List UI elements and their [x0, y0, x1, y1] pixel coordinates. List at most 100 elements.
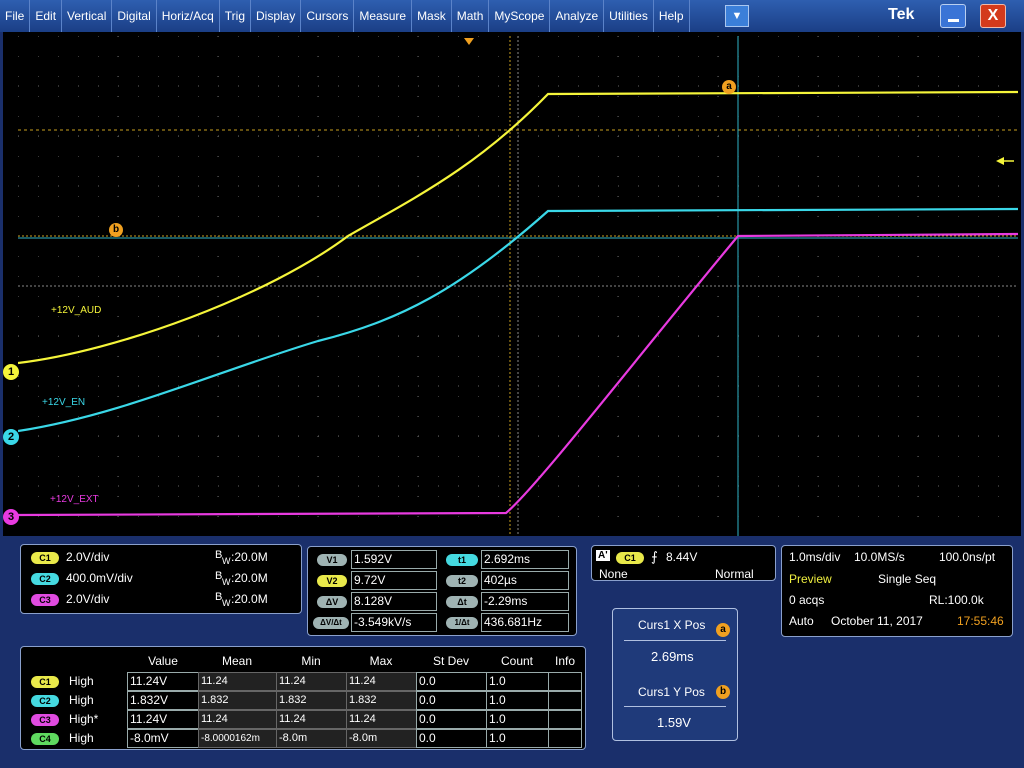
meas-row3-mean: 11.24 [198, 710, 277, 729]
meas-header-count: Count [500, 654, 534, 668]
meas-header-min: Min [301, 654, 321, 668]
ch3-bandwidth: :20.0M [231, 592, 268, 606]
meas-row2-name: High [69, 693, 94, 707]
meas-row2-stdev: 0.0 [416, 691, 487, 710]
cursor-a-handle[interactable]: a [722, 80, 736, 94]
meas-row3-badge: C3 [31, 714, 59, 726]
ch2-label: +12V_EN [42, 397, 86, 408]
menu-myscope[interactable]: MyScope [489, 0, 551, 32]
ch2-ground-marker[interactable]: 2 [3, 429, 19, 445]
cursor-b-handle[interactable]: b [109, 223, 123, 237]
ch1-bw-sub: W [222, 556, 231, 566]
meas-header-stdev: St Dev [432, 654, 469, 668]
meas-header-max: Max [369, 654, 393, 668]
menu-bar: File Edit Vertical Digital Horiz/Acq Tri… [0, 0, 1024, 32]
run-mode: Single Seq [878, 572, 937, 586]
ch1-badge[interactable]: C1 [31, 552, 59, 564]
v2-badge: V2 [317, 575, 347, 587]
t1-badge: t1 [446, 554, 478, 566]
meas-header-mean: Mean [221, 654, 253, 668]
menu-cursors[interactable]: Cursors [301, 0, 355, 32]
meas-row4-count: 1.0 [486, 729, 549, 748]
menu-trig[interactable]: Trig [220, 0, 251, 32]
menu-math[interactable]: Math [452, 0, 490, 32]
meas-row1-min: 11.24 [276, 672, 347, 691]
meas-row3-name: High* [69, 712, 99, 726]
menu-help[interactable]: Help [654, 0, 690, 32]
t2-value: 402µs [481, 571, 569, 590]
record-length: RL:100.0k [929, 593, 984, 607]
curs1-x-value: 2.69ms [651, 649, 694, 664]
close-button[interactable]: X [980, 4, 1006, 28]
menu-file[interactable]: File [0, 0, 31, 32]
curs1-y-divider [624, 706, 726, 707]
delta-v-value: 8.128V [351, 592, 437, 611]
waveform-graticule[interactable] [18, 36, 1018, 536]
v2-value: 9.72V [351, 571, 437, 590]
meas-row1-count: 1.0 [486, 672, 549, 691]
meas-row2-badge: C2 [31, 695, 59, 707]
meas-row4-value: -8.0mV [127, 729, 199, 748]
meas-row1-value: 11.24V [127, 672, 199, 691]
meas-header-value: Value [148, 654, 178, 668]
meas-row2-count: 1.0 [486, 691, 549, 710]
menu-edit[interactable]: Edit [30, 0, 63, 32]
trigger-slope-icon: ⨍ [651, 549, 658, 564]
ch3-ground-marker[interactable]: 3 [3, 509, 19, 525]
t2-badge: t2 [446, 575, 478, 587]
inv-delta-t-value: 436.681Hz [481, 613, 569, 632]
menu-horiz-acq[interactable]: Horiz/Acq [157, 0, 220, 32]
ch2-bandwidth: :20.0M [231, 571, 268, 585]
ch1-scale[interactable]: 2.0V/div [66, 550, 109, 564]
curs1-x-title: Curs1 X Pos [638, 618, 706, 632]
menu-dropdown-button[interactable]: ▼ [725, 5, 749, 27]
curs1-y-marker: b [716, 685, 730, 699]
meas-row4-info [548, 729, 582, 748]
ch3-badge[interactable]: C3 [31, 594, 59, 606]
ch2-bw-sub: W [222, 577, 231, 587]
curs1-y-value: 1.59V [657, 715, 691, 730]
sample-rate: 10.0MS/s [854, 550, 905, 564]
meas-row3-max: 11.24 [346, 710, 417, 729]
ch2-scale[interactable]: 400.0mV/div [66, 571, 133, 585]
ch2-badge[interactable]: C2 [31, 573, 59, 585]
meas-row4-mean: -8.0000162m [198, 729, 277, 748]
ch1-bandwidth: :20.0M [231, 550, 268, 564]
ch3-scale[interactable]: 2.0V/div [66, 592, 109, 606]
acq-date: October 11, 2017 [831, 614, 923, 628]
timebase: 1.0ms/div [789, 550, 841, 564]
ch3-bw-sub: W [222, 598, 231, 608]
ch3-label: +12V_EXT [50, 494, 99, 505]
ch1-label: +12V_AUD [51, 305, 102, 316]
dv-dt-value: -3.549kV/s [351, 613, 437, 632]
menu-measure[interactable]: Measure [354, 0, 413, 32]
meas-row3-stdev: 0.0 [416, 710, 487, 729]
resolution: 100.0ns/pt [939, 550, 996, 564]
menu-mask[interactable]: Mask [412, 0, 452, 32]
meas-row4-badge: C4 [31, 733, 59, 745]
meas-row2-mean: 1.832 [198, 691, 277, 710]
menu-display[interactable]: Display [251, 0, 302, 32]
meas-row2-value: 1.832V [127, 691, 199, 710]
menu-utilities[interactable]: Utilities [604, 0, 654, 32]
meas-row2-max: 1.832 [346, 691, 417, 710]
menu-analyze[interactable]: Analyze [550, 0, 605, 32]
curs1-x-divider [624, 640, 726, 641]
menu-digital[interactable]: Digital [112, 0, 157, 32]
delta-v-badge: ΔV [317, 596, 347, 608]
meas-row4-max: -8.0m [346, 729, 417, 748]
menu-vertical[interactable]: Vertical [62, 0, 113, 32]
meas-row3-min: 11.24 [276, 710, 347, 729]
inv-delta-t-badge: 1/Δt [446, 617, 478, 629]
meas-row3-info [548, 710, 582, 729]
ch1-ground-marker[interactable]: 1 [3, 364, 19, 380]
trigger-source-badge: C1 [616, 552, 644, 564]
meas-row1-max: 11.24 [346, 672, 417, 691]
meas-row4-min: -8.0m [276, 729, 347, 748]
trigger-coupling: None [599, 567, 628, 581]
minimize-button[interactable] [940, 4, 966, 28]
meas-row1-badge: C1 [31, 676, 59, 688]
acq-time: 17:55:46 [957, 614, 1004, 628]
meas-row1-mean: 11.24 [198, 672, 277, 691]
curs1-y-title: Curs1 Y Pos [638, 685, 705, 699]
